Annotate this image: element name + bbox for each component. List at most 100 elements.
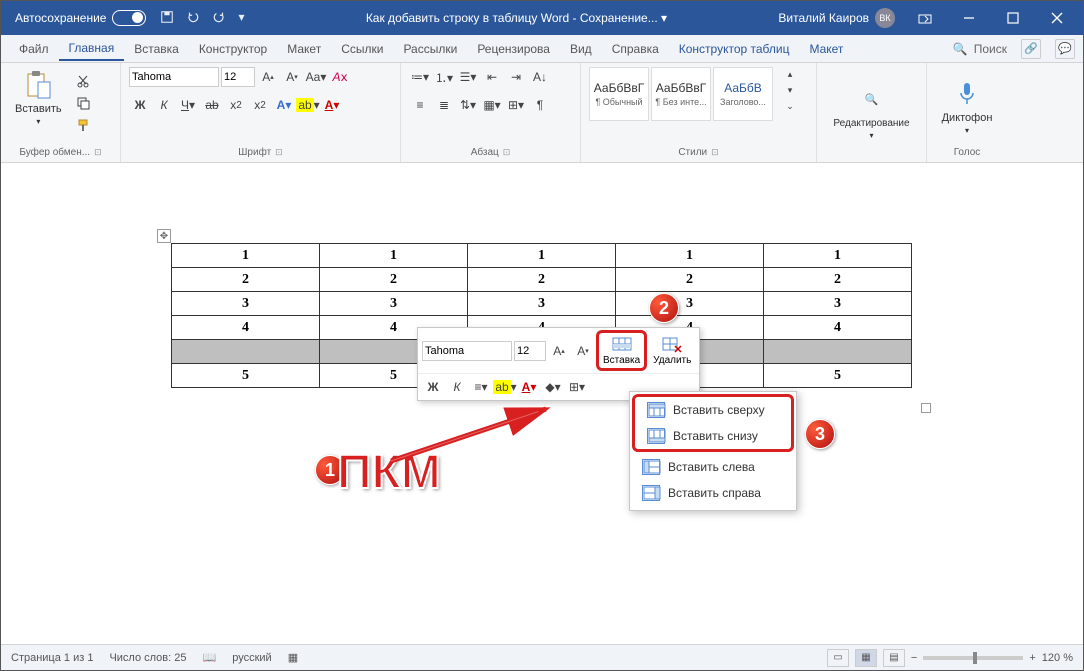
styles-down-icon[interactable]: ▾	[779, 83, 801, 97]
status-word-count[interactable]: Число слов: 25	[109, 652, 186, 664]
font-size-select[interactable]	[221, 67, 255, 87]
mini-delete-button[interactable]: Удалить	[649, 333, 695, 368]
view-print-button[interactable]: ▦	[855, 649, 877, 667]
zoom-in-button[interactable]: +	[1029, 652, 1035, 664]
mini-highlight-button[interactable]: ab▾	[494, 376, 516, 398]
clear-format-button[interactable]: A𝗑	[329, 67, 351, 87]
tab-insert[interactable]: Вставка	[124, 38, 189, 60]
menu-insert-left[interactable]: Вставить слева	[630, 454, 796, 480]
style-no-spacing[interactable]: АаБбВвГ¶ Без инте...	[651, 67, 711, 121]
underline-button[interactable]: Ч▾	[177, 95, 199, 115]
qat-dropdown-icon[interactable]: ▾	[238, 10, 254, 26]
styles-more-icon[interactable]: ⌄	[779, 99, 801, 113]
superscript-button[interactable]: x2	[249, 95, 271, 115]
redo-icon[interactable]	[212, 10, 228, 26]
menu-insert-below[interactable]: Вставить снизу	[635, 423, 791, 449]
borders-button[interactable]: ⊞▾	[505, 95, 527, 115]
mini-shrink-font-button[interactable]: A▾	[572, 340, 594, 362]
menu-insert-right[interactable]: Вставить справа	[630, 480, 796, 506]
tab-table-layout[interactable]: Макет	[799, 38, 853, 60]
tab-table-design[interactable]: Конструктор таблиц	[669, 38, 800, 60]
tab-references[interactable]: Ссылки	[331, 38, 393, 60]
tab-review[interactable]: Рецензирова	[467, 38, 560, 60]
subscript-button[interactable]: x2	[225, 95, 247, 115]
shading-button[interactable]: ▦▾	[481, 95, 503, 115]
menu-insert-above[interactable]: Вставить сверху	[635, 397, 791, 423]
mini-borders-button[interactable]: ⊞▾	[566, 376, 588, 398]
minimize-button[interactable]	[947, 1, 991, 35]
tab-design[interactable]: Конструктор	[189, 38, 277, 60]
status-proofing-icon[interactable]: 📖	[203, 651, 217, 664]
bullets-button[interactable]: ≔▾	[409, 67, 431, 87]
font-name-select[interactable]	[129, 67, 219, 87]
sort-button[interactable]: A↓	[529, 67, 551, 87]
maximize-button[interactable]	[991, 1, 1035, 35]
style-gallery[interactable]: АаБбВвГ¶ Обычный АаБбВвГ¶ Без инте... Аа…	[589, 67, 773, 121]
zoom-level[interactable]: 120 %	[1042, 652, 1073, 664]
format-painter-button[interactable]	[72, 115, 94, 135]
text-effects-button[interactable]: A▾	[273, 95, 295, 115]
launcher-icon[interactable]: ⊡	[503, 147, 511, 158]
table-resize-handle[interactable]	[921, 403, 931, 413]
tab-help[interactable]: Справка	[602, 38, 669, 60]
ribbon-options-icon[interactable]	[903, 1, 947, 35]
cut-button[interactable]	[72, 71, 94, 91]
undo-icon[interactable]	[186, 10, 202, 26]
mini-font-color-button[interactable]: A▾	[518, 376, 540, 398]
style-heading1[interactable]: АаБбВЗаголово...	[713, 67, 773, 121]
increase-indent-button[interactable]: ⇥	[505, 67, 527, 87]
shrink-font-button[interactable]: A▾	[281, 67, 303, 87]
mini-size-select[interactable]	[514, 341, 546, 361]
grow-font-button[interactable]: A▴	[257, 67, 279, 87]
close-button[interactable]	[1035, 1, 1079, 35]
view-web-button[interactable]: ▤	[883, 649, 905, 667]
launcher-icon[interactable]: ⊡	[711, 147, 719, 158]
status-language[interactable]: русский	[232, 652, 271, 664]
launcher-icon[interactable]: ⊡	[275, 147, 283, 158]
show-hide-button[interactable]: ¶	[529, 95, 551, 115]
autosave-toggle[interactable]: Автосохранение	[15, 10, 146, 26]
toggle-switch[interactable]	[112, 10, 146, 26]
decrease-indent-button[interactable]: ⇤	[481, 67, 503, 87]
zoom-out-button[interactable]: −	[911, 652, 917, 664]
zoom-slider[interactable]	[923, 656, 1023, 660]
font-color-button[interactable]: A▾	[321, 95, 343, 115]
mini-align-button[interactable]: ≡▾	[470, 376, 492, 398]
styles-up-icon[interactable]: ▴	[779, 67, 801, 81]
mini-bold-button[interactable]: Ж	[422, 376, 444, 398]
tab-mailings[interactable]: Рассылки	[393, 38, 467, 60]
highlight-button[interactable]: ab▾	[297, 95, 319, 115]
mini-italic-button[interactable]: К	[446, 376, 468, 398]
user-account[interactable]: Виталий Каиров ВК	[778, 8, 895, 28]
mini-font-select[interactable]	[422, 341, 512, 361]
copy-button[interactable]	[72, 93, 94, 113]
table-move-handle[interactable]: ✥	[157, 229, 171, 243]
align-left-button[interactable]: ≡	[409, 95, 431, 115]
paste-button[interactable]: Вставить ▾	[9, 67, 68, 128]
status-page[interactable]: Страница 1 из 1	[11, 652, 93, 664]
bold-button[interactable]: Ж	[129, 95, 151, 115]
strike-button[interactable]: ab	[201, 95, 223, 115]
tab-view[interactable]: Вид	[560, 38, 602, 60]
share-button[interactable]: 🔗	[1021, 39, 1041, 59]
line-spacing-button[interactable]: ⇅▾	[457, 95, 479, 115]
status-macro-icon[interactable]: ▦	[288, 651, 298, 664]
comments-button[interactable]: 💬	[1055, 39, 1075, 59]
view-focus-button[interactable]: ▭	[827, 649, 849, 667]
change-case-button[interactable]: Aa▾	[305, 67, 327, 87]
search-box[interactable]: 🔍 Поиск 🔗 💬	[953, 39, 1083, 59]
editing-button[interactable]: 🔍 Редактирование ▾	[827, 82, 915, 142]
mini-insert-button[interactable]: Вставка	[596, 330, 647, 371]
mini-grow-font-button[interactable]: A▴	[548, 340, 570, 362]
tab-layout[interactable]: Макет	[277, 38, 331, 60]
tab-file[interactable]: Файл	[9, 38, 59, 60]
tab-home[interactable]: Главная	[59, 37, 125, 61]
mini-shading-button[interactable]: ◆▾	[542, 376, 564, 398]
launcher-icon[interactable]: ⊡	[94, 147, 102, 158]
style-normal[interactable]: АаБбВвГ¶ Обычный	[589, 67, 649, 121]
align-center-button[interactable]: ≣	[433, 95, 455, 115]
save-icon[interactable]	[160, 10, 176, 26]
italic-button[interactable]: К	[153, 95, 175, 115]
dictate-button[interactable]: Диктофон ▾	[936, 76, 999, 137]
numbering-button[interactable]: ⒈▾	[433, 67, 455, 87]
